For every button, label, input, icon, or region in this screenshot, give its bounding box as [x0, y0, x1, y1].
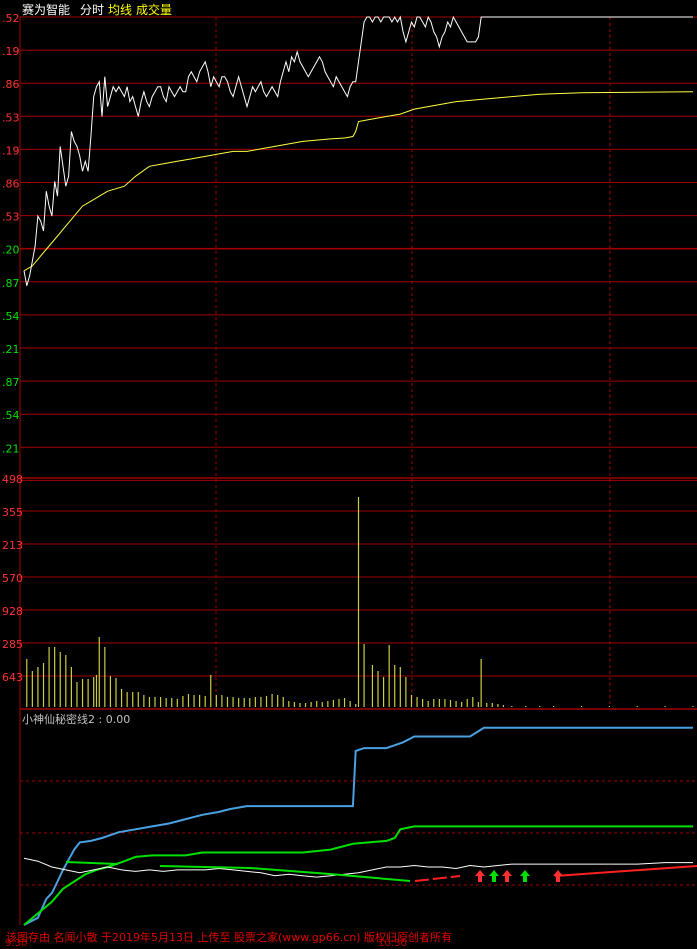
signal-arrow-icon: [475, 870, 485, 882]
volume-tick-label: 355: [2, 506, 23, 519]
price-tick-label: .53: [2, 111, 20, 124]
price-tick-label: .86: [2, 78, 20, 91]
price-tick-label: .19: [2, 144, 20, 157]
signal-arrow-icon: [489, 870, 499, 882]
price-tick-label: .87: [2, 277, 20, 290]
price-tick-label: .87: [2, 376, 20, 389]
indicator-band-red-2: [554, 865, 697, 877]
footer-watermark: 该图存由 名闻小散 于2019年5月13日 上传至 股票之家(www.gp66.…: [6, 931, 453, 944]
indicator-band-green: [65, 861, 119, 865]
volume-tick-label: 213: [2, 539, 23, 552]
price-tick-label: .54: [2, 409, 20, 422]
avg-price-line: [23, 91, 694, 272]
indicator-band-red: [414, 875, 461, 882]
indicator-value: : 0.00: [98, 713, 131, 726]
indicator-band-green-2: [159, 865, 411, 882]
price-line: [23, 15, 693, 286]
intraday-chart[interactable]: .52 .19 .86 .53 .19 .86 .53 .20 .87 .54 .21 .87 .54.…: [0, 0, 697, 948]
volume-tick-label: 570: [2, 572, 23, 585]
price-tick-label: .19: [2, 45, 20, 58]
signal-arrow-icon: [520, 870, 530, 882]
indicator-title: 小神仙秘密线2 : 0.00: [22, 711, 130, 727]
price-tick-label: .21: [2, 343, 20, 356]
price-tick-label: .53: [2, 211, 20, 224]
price-tick-label: .54: [2, 310, 20, 323]
price-tick-label: .21: [2, 442, 20, 455]
volume-tick-label: 498: [2, 473, 23, 486]
price-tick-label: .86: [2, 178, 20, 191]
indicator-name: 小神仙秘密线2: [22, 713, 95, 726]
signal-arrow-icon: [553, 870, 563, 882]
signal-arrow-icon: [502, 870, 512, 882]
volume-tick-label: 928: [2, 605, 23, 618]
volume-tick-label: 285: [2, 638, 23, 651]
volume-tick-label: 643: [2, 671, 23, 684]
price-tick-label: .52: [2, 12, 20, 25]
price-tick-label: .20: [2, 244, 20, 257]
